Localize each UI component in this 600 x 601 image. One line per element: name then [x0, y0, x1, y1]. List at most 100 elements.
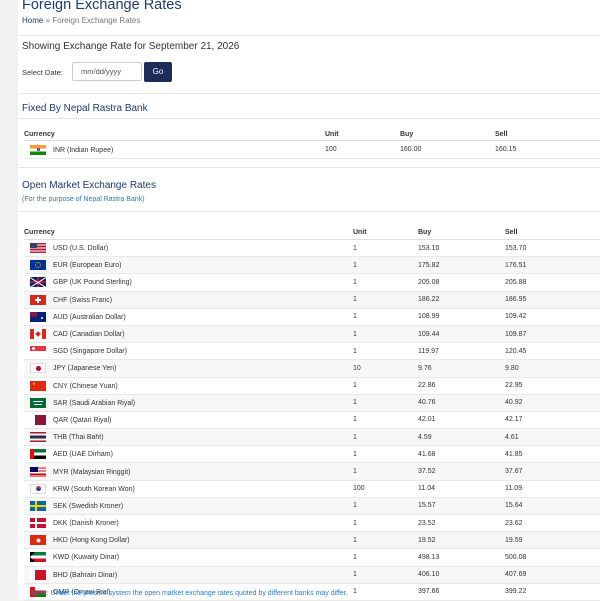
buy-cell: 22.86	[418, 377, 505, 395]
currency-name: QAR (Qatari Riyal)	[53, 416, 112, 424]
unit-cell: 1	[353, 377, 418, 395]
flag-eu-icon	[30, 260, 46, 271]
currency-name: CNY (Chinese Yuan)	[53, 382, 118, 390]
flag-th-icon	[30, 432, 46, 443]
currency-name: CAD (Canadian Dollar)	[53, 330, 125, 338]
sell-cell: 120.45	[505, 342, 600, 361]
buy-cell: 186.22	[418, 291, 505, 309]
flag-se-icon	[30, 500, 46, 511]
sell-cell: 399.22	[505, 583, 600, 601]
currency-name: SGD (Singapore Dollar)	[53, 348, 127, 356]
currency-cell: GBP (UK Pound Sterling)	[24, 273, 353, 292]
divider	[18, 93, 600, 94]
sell-cell: 176.51	[505, 256, 600, 275]
flag-us-icon	[30, 243, 46, 254]
table-row: AUD (Australian Dollar) 1 108.99 109.42	[24, 308, 600, 326]
currency-name: MYR (Malaysian Ringgit)	[53, 468, 131, 476]
column-header: Sell	[505, 225, 600, 240]
buy-cell: 175.82	[418, 256, 505, 275]
buy-cell: 4.59	[418, 428, 505, 447]
unit-cell: 1	[353, 548, 418, 567]
sell-cell: 160.15	[495, 140, 600, 159]
flag-bh-icon	[30, 569, 46, 580]
table-row: CHF (Swiss Franc) 1 186.22 186.95	[24, 291, 600, 309]
table-row: DKK (Danish Kroner) 1 23.52 23.62	[24, 514, 600, 533]
open-market-rates-table: Currency Unit Buy Sell USD (U.S. Dollar) 1 15…	[24, 225, 600, 601]
buy-cell: 406.10	[418, 566, 505, 584]
currency-cell: KWD (Kuwaity Dinar)	[24, 548, 353, 567]
column-header: Sell	[495, 128, 600, 141]
buy-cell: 205.08	[418, 273, 505, 292]
unit-cell: 1	[353, 325, 418, 344]
page-title: Foreign Exchange Rates	[22, 0, 182, 13]
column-header: Buy	[418, 225, 505, 240]
table-row: SGD (Singapore Dollar) 1 119.97 120.45	[24, 342, 600, 361]
divider	[18, 118, 600, 119]
currency-name: DKK (Danish Kroner)	[53, 519, 119, 527]
sell-cell: 41.85	[505, 445, 600, 464]
table-row: USD (U.S. Dollar) 1 153.10 153.70	[24, 239, 600, 258]
sell-cell: 42.17	[505, 411, 600, 430]
currency-cell: KRW (South Korean Won)	[24, 480, 353, 498]
flag-ch-icon	[30, 294, 46, 305]
buy-cell: 109.44	[418, 325, 505, 344]
go-button[interactable]: Go	[144, 62, 172, 82]
currency-name: EUR (European Euro)	[53, 262, 122, 270]
table-row: GBP (UK Pound Sterling) 1 205.08 205.88	[24, 273, 600, 292]
currency-cell: EUR (European Euro)	[24, 256, 353, 275]
currency-cell: DKK (Danish Kroner)	[24, 514, 353, 533]
unit-cell: 1	[353, 342, 418, 361]
currency-name: KWD (Kuwaity Dinar)	[53, 554, 120, 562]
date-input[interactable]: mm/dd/yyyy	[72, 62, 142, 81]
open-market-heading: Open Market Exchange Rates	[22, 180, 156, 191]
currency-cell: BHD (Bahrain Dinar)	[24, 566, 353, 584]
table-row: EUR (European Euro) 1 175.82 176.51	[24, 256, 600, 275]
currency-name: BHD (Bahrain Dinar)	[53, 571, 118, 579]
sell-cell: 500.08	[505, 548, 600, 567]
unit-cell: 1	[353, 394, 418, 412]
currency-cell: JPY (Japanese Yen)	[24, 359, 353, 378]
breadcrumb-separator: »	[45, 16, 51, 25]
breadcrumb: Home » Foreign Exchange Rates	[22, 16, 140, 25]
buy-cell: 19.52	[418, 531, 505, 550]
currency-name: JPY (Japanese Yen)	[53, 365, 117, 373]
unit-cell: 100	[353, 480, 418, 498]
sell-cell: 4.61	[505, 428, 600, 447]
column-header: Unit	[325, 128, 400, 141]
buy-cell: 41.68	[418, 445, 505, 464]
table-row: THB (Thai Baht) 1 4.59 4.61	[24, 428, 600, 447]
table-row: JPY (Japanese Yen) 10 9.76 9.80	[24, 359, 600, 378]
divider	[18, 167, 600, 168]
flag-my-icon	[30, 466, 46, 477]
flag-kr-icon	[30, 483, 46, 494]
unit-cell: 1	[353, 497, 418, 516]
note-text: Note: Under the present system the open …	[32, 590, 348, 597]
currency-name: SAR (Saudi Arabian Riyal)	[53, 399, 136, 407]
table-header-row: Currency Unit Buy Sell	[24, 128, 600, 141]
currency-name: KRW (South Korean Won)	[53, 485, 135, 493]
sell-cell: 19.59	[505, 531, 600, 550]
unit-cell: 1	[353, 583, 418, 601]
unit-cell: 1	[353, 445, 418, 464]
sell-cell: 37.67	[505, 462, 600, 481]
buy-cell: 11.04	[418, 480, 505, 498]
breadcrumb-home-link[interactable]: Home	[22, 16, 43, 25]
buy-cell: 15.57	[418, 497, 505, 516]
buy-cell: 40.76	[418, 394, 505, 412]
currency-name: THB (Thai Baht)	[53, 434, 104, 441]
buy-cell: 397.66	[418, 583, 505, 601]
currency-cell: HKD (Hong Kong Dollar)	[24, 531, 353, 550]
unit-cell: 1	[353, 514, 418, 533]
table-row: SEK (Swedish Kroner) 1 15.57 15.64	[24, 497, 600, 516]
currency-name: HKD (Hong Kong Dollar)	[53, 537, 130, 545]
currency-cell: QAR (Qatari Riyal)	[24, 411, 353, 430]
currency-cell: INR (Indian Rupee)	[24, 140, 325, 159]
flag-in-icon	[30, 144, 46, 155]
currency-cell: CHF (Swiss Franc)	[24, 291, 353, 309]
sell-cell: 23.62	[505, 514, 600, 533]
table-row: AED (UAE Dirham) 1 41.68 41.85	[24, 445, 600, 464]
sell-cell: 11.09	[505, 480, 600, 498]
flag-jp-icon	[30, 363, 46, 374]
currency-name: SEK (Swedish Kroner)	[53, 502, 124, 510]
currency-cell: CAD (Canadian Dollar)	[24, 325, 353, 344]
